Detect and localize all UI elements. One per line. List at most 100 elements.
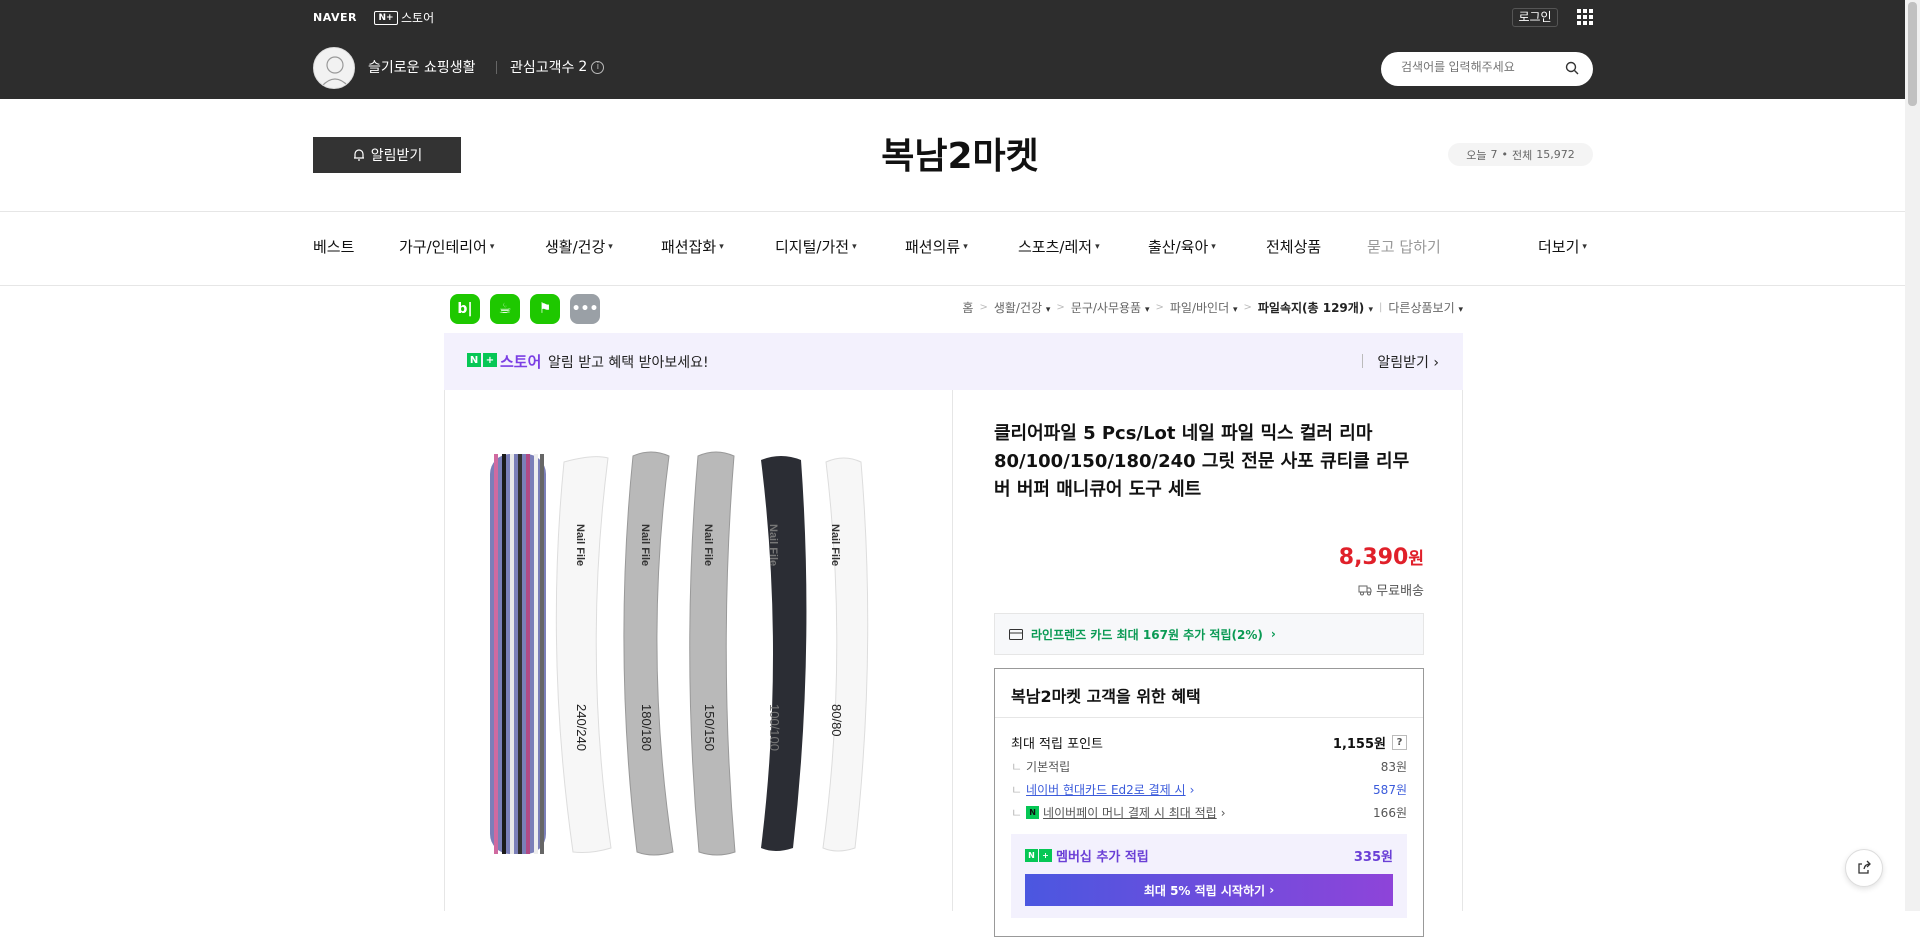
chevron-down-icon: ▾	[1232, 305, 1238, 315]
fav-count: 2	[578, 59, 588, 75]
divider	[995, 717, 1423, 718]
breadcrumb-home[interactable]: 홈	[962, 299, 973, 316]
store-logo-label: 스토어	[401, 11, 435, 25]
product-title: 클리어파일 5 Pcs/Lot 네일 파일 믹스 컬러 리마 80/100/15…	[994, 423, 1410, 500]
chevron-right-icon: ›	[1269, 883, 1275, 897]
product-image[interactable]: Nail File Nail File Nail File Nail File …	[473, 434, 941, 859]
breadcrumb-binder[interactable]: 파일/바인더 ▾	[1170, 299, 1238, 316]
nplus-badge: N+	[1025, 849, 1052, 862]
npay-icon: N	[1026, 806, 1040, 819]
grit-label: 80/80	[829, 704, 844, 737]
search-input[interactable]	[1401, 60, 1551, 74]
file-label: Nail File	[702, 524, 714, 566]
divider	[0, 211, 1920, 212]
base-points-row: ㄴ 기본적립 83원	[1011, 760, 1407, 774]
nplus-badge: N+	[467, 353, 497, 367]
breadcrumb-other-products[interactable]: 다른상품보기 ▾	[1388, 299, 1463, 316]
shipping-info: 무료배송	[1358, 580, 1424, 599]
chevron-down-icon: ▾	[719, 241, 724, 252]
store-name[interactable]: 슬기로운 쇼핑생활	[368, 57, 476, 77]
file-label: Nail File	[574, 524, 586, 566]
membership-box: N + 멤버십 추가 적립 335원 최대 5% 적립 시작하기 ›	[1011, 834, 1407, 918]
share-icon	[1858, 860, 1871, 874]
nplus-badge: N+	[374, 10, 398, 25]
blog-icon[interactable]: b|	[450, 294, 480, 324]
max-points-row: 최대 적립 포인트 1,155원?	[1011, 733, 1407, 752]
nav-item-fashion-goods[interactable]: 패션잡화 ▾	[661, 236, 724, 257]
chevron-down-icon: ▾	[1144, 305, 1150, 315]
nav-item-sports[interactable]: 스포츠/레저 ▾	[1018, 236, 1100, 257]
share-icons: b| ☕ ⚑ •••	[450, 294, 600, 324]
bookmark-icon[interactable]: ⚑	[530, 294, 560, 324]
more-icon[interactable]: •••	[570, 294, 600, 324]
nav-item-all[interactable]: 전체상품	[1266, 236, 1321, 257]
favorite-customers: 관심고객수 2 i	[510, 57, 605, 77]
chevron-down-icon: ▾	[852, 241, 857, 252]
file-label: Nail File	[639, 524, 651, 566]
store-avatar[interactable]	[313, 47, 355, 89]
chevron-down-icon: ▾	[1211, 241, 1216, 252]
chevron-down-icon: ▾	[1582, 241, 1587, 252]
nav-item-furniture[interactable]: 가구/인테리어 ▾	[399, 236, 494, 257]
npay-link[interactable]: 네이버페이 머니 결제 시 최대 적립	[1043, 804, 1217, 821]
grit-label: 180/180	[639, 704, 654, 751]
chevron-down-icon: ▾	[1095, 241, 1100, 252]
product-info: 클리어파일 5 Pcs/Lot 네일 파일 믹스 컬러 리마 80/100/15…	[994, 420, 1424, 937]
breadcrumb-stationery[interactable]: 문구/사무용품 ▾	[1071, 299, 1150, 316]
file-label: Nail File	[767, 524, 779, 566]
grit-label: 100/100	[767, 704, 782, 751]
product-section: Nail File Nail File Nail File Nail File …	[444, 390, 1463, 937]
nav-item-digital[interactable]: 디지털/가전 ▾	[775, 236, 857, 257]
breadcrumb-current[interactable]: 파일속지(총 129개) ▾	[1258, 299, 1373, 316]
nav-item-more[interactable]: 더보기 ▾	[1538, 236, 1587, 257]
nplus-store-logo[interactable]: N+ 스토어	[374, 9, 434, 26]
chevron-right-icon: ›	[1433, 355, 1439, 371]
breadcrumb: 홈 > 생활/건강 ▾ > 문구/사무용품 ▾ > 파일/바인더 ▾ > 파일속…	[962, 299, 1463, 316]
nav-item-best[interactable]: 베스트	[313, 236, 354, 257]
cafe-icon[interactable]: ☕	[490, 294, 520, 324]
chevron-down-icon: ▾	[1045, 305, 1051, 315]
store-alarm-banner: N + 스토어 알림 받고 혜택 받아보세요! 알림받기 ›	[444, 333, 1463, 390]
hyundai-card-row: ㄴ 네이버 현대카드 Ed2로 결제 시 › 587원	[1011, 781, 1407, 798]
chevron-down-icon: ▾	[963, 241, 968, 252]
chevron-down-icon: ▾	[489, 241, 495, 252]
breadcrumb-living[interactable]: 생활/건강 ▾	[994, 299, 1051, 316]
benefit-head: 복남2마켓 고객을 위한 혜택	[1011, 687, 1201, 706]
app-grid-icon[interactable]	[1577, 9, 1593, 25]
product-image-box: Nail File Nail File Nail File Nail File …	[445, 390, 953, 911]
banner-store-word: 스토어	[500, 353, 542, 371]
chevron-right-icon: ›	[1270, 627, 1276, 641]
nav-item-living[interactable]: 생활/건강 ▾	[545, 236, 613, 257]
chevron-down-icon: ▾	[1368, 305, 1374, 315]
grit-label: 240/240	[574, 704, 589, 751]
info-icon[interactable]: i	[591, 60, 605, 74]
product-price: 8,390원	[1338, 545, 1424, 570]
scrollbar-thumb[interactable]	[1908, 2, 1917, 106]
top-header: NAVER N+ 스토어 로그인 슬기로운 쇼핑생활 관심고객수 2 i	[0, 0, 1920, 99]
banner-alarm-button[interactable]: 알림받기 ›	[1377, 352, 1439, 372]
nav-item-qna[interactable]: 묻고 답하기	[1367, 236, 1441, 257]
npay-row: ㄴ N 네이버페이 머니 결제 시 최대 적립 › 166원	[1011, 804, 1407, 821]
divider	[0, 285, 1920, 286]
membership-start-button[interactable]: 최대 5% 적립 시작하기 ›	[1025, 874, 1393, 906]
search-box	[1381, 52, 1593, 86]
store-title[interactable]: 복남2마켓	[0, 127, 1920, 179]
card-icon	[1009, 628, 1023, 640]
visitor-count: 오늘 7 • 전체 15,972	[1448, 143, 1593, 166]
naver-logo[interactable]: NAVER	[313, 11, 357, 24]
search-icon[interactable]	[1565, 61, 1579, 75]
grit-label: 150/150	[702, 704, 717, 751]
truck-icon	[1358, 585, 1372, 595]
benefit-box: 복남2마켓 고객을 위한 혜택 최대 적립 포인트 1,155원? ㄴ 기본적립 …	[994, 668, 1424, 937]
login-button[interactable]: 로그인	[1512, 8, 1558, 27]
fav-label: 관심고객수	[510, 60, 575, 76]
nav-item-baby[interactable]: 출산/육아 ▾	[1148, 236, 1216, 257]
nav-item-fashion-clothes[interactable]: 패션의류 ▾	[905, 236, 968, 257]
hyundai-card-link[interactable]: 네이버 현대카드 Ed2로 결제 시	[1026, 781, 1186, 798]
help-icon[interactable]: ?	[1392, 735, 1407, 750]
chevron-down-icon: ▾	[1458, 305, 1463, 315]
floating-share-button[interactable]	[1845, 849, 1883, 887]
chevron-down-icon: ▾	[608, 241, 613, 252]
scrollbar[interactable]	[1905, 0, 1920, 911]
card-benefit[interactable]: 라인프렌즈 카드 최대 167원 추가 적립(2%) ›	[994, 613, 1424, 655]
